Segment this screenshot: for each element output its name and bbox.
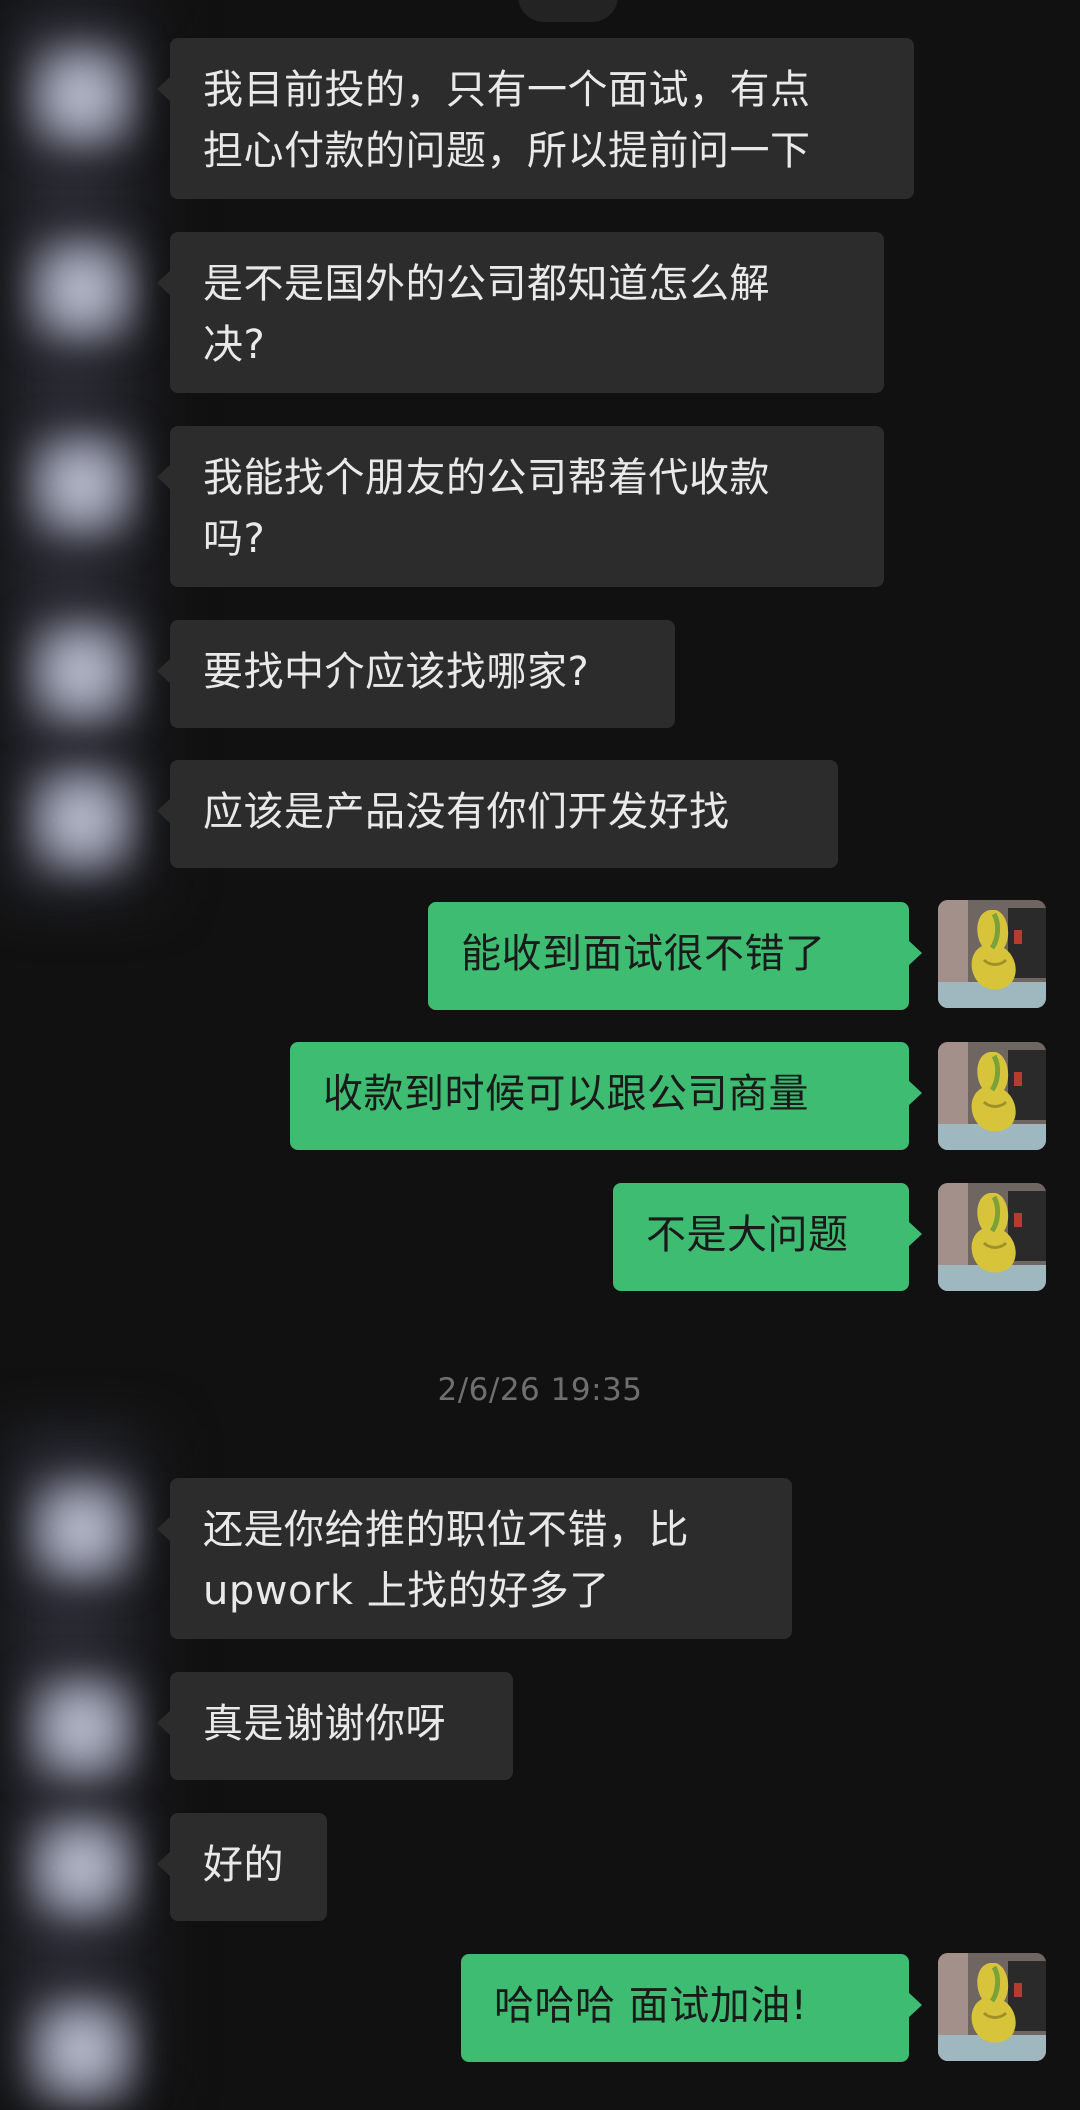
message-timestamp: 2/6/26 19:35 [437,1372,643,1408]
incoming-message-bubble[interactable]: 我能找个朋友的公司帮着代收款 吗? [157,426,884,587]
outgoing-message-bubble[interactable]: 能收到面试很不错了 [428,902,922,1010]
incoming-message-bubble[interactable]: 真是谢谢你呀 [157,1672,513,1780]
outgoing-message-bubble[interactable]: 不是大问题 [613,1183,922,1291]
contact-avatar-icon[interactable] [22,425,142,545]
contact-avatar-icon[interactable] [22,760,142,880]
self-avatar-icon[interactable] [938,1183,1046,1291]
top-scroll-indicator [518,0,618,22]
contact-avatar-icon[interactable] [22,1808,142,1928]
contact-avatar-icon[interactable] [22,1470,142,1590]
outgoing-message-bubble[interactable]: 哈哈哈 面试加油! [461,1954,922,2062]
contact-avatar-icon[interactable] [22,230,142,350]
incoming-message-bubble[interactable]: 是不是国外的公司都知道怎么解 决? [157,232,884,393]
contact-avatar-icon[interactable] [22,36,142,156]
incoming-message-bubble[interactable]: 应该是产品没有你们开发好找 [157,760,838,868]
incoming-message-bubble[interactable]: 我目前投的，只有一个面试，有点 担心付款的问题，所以提前问一下 [157,38,914,199]
contact-avatar-icon[interactable] [22,612,142,732]
incoming-message-bubble[interactable]: 要找中介应该找哪家? [157,620,675,728]
incoming-message-bubble[interactable]: 好的 [157,1813,327,1921]
outgoing-message-bubble[interactable]: 收款到时候可以跟公司商量 [290,1042,922,1150]
self-avatar-icon[interactable] [938,900,1046,1008]
contact-avatar-icon[interactable] [22,1990,142,2110]
self-avatar-icon[interactable] [938,1042,1046,1150]
incoming-message-bubble[interactable]: 还是你给推的职位不错，比 upwork 上找的好多了 [157,1478,792,1639]
self-avatar-icon[interactable] [938,1953,1046,2061]
contact-avatar-icon[interactable] [22,1668,142,1788]
